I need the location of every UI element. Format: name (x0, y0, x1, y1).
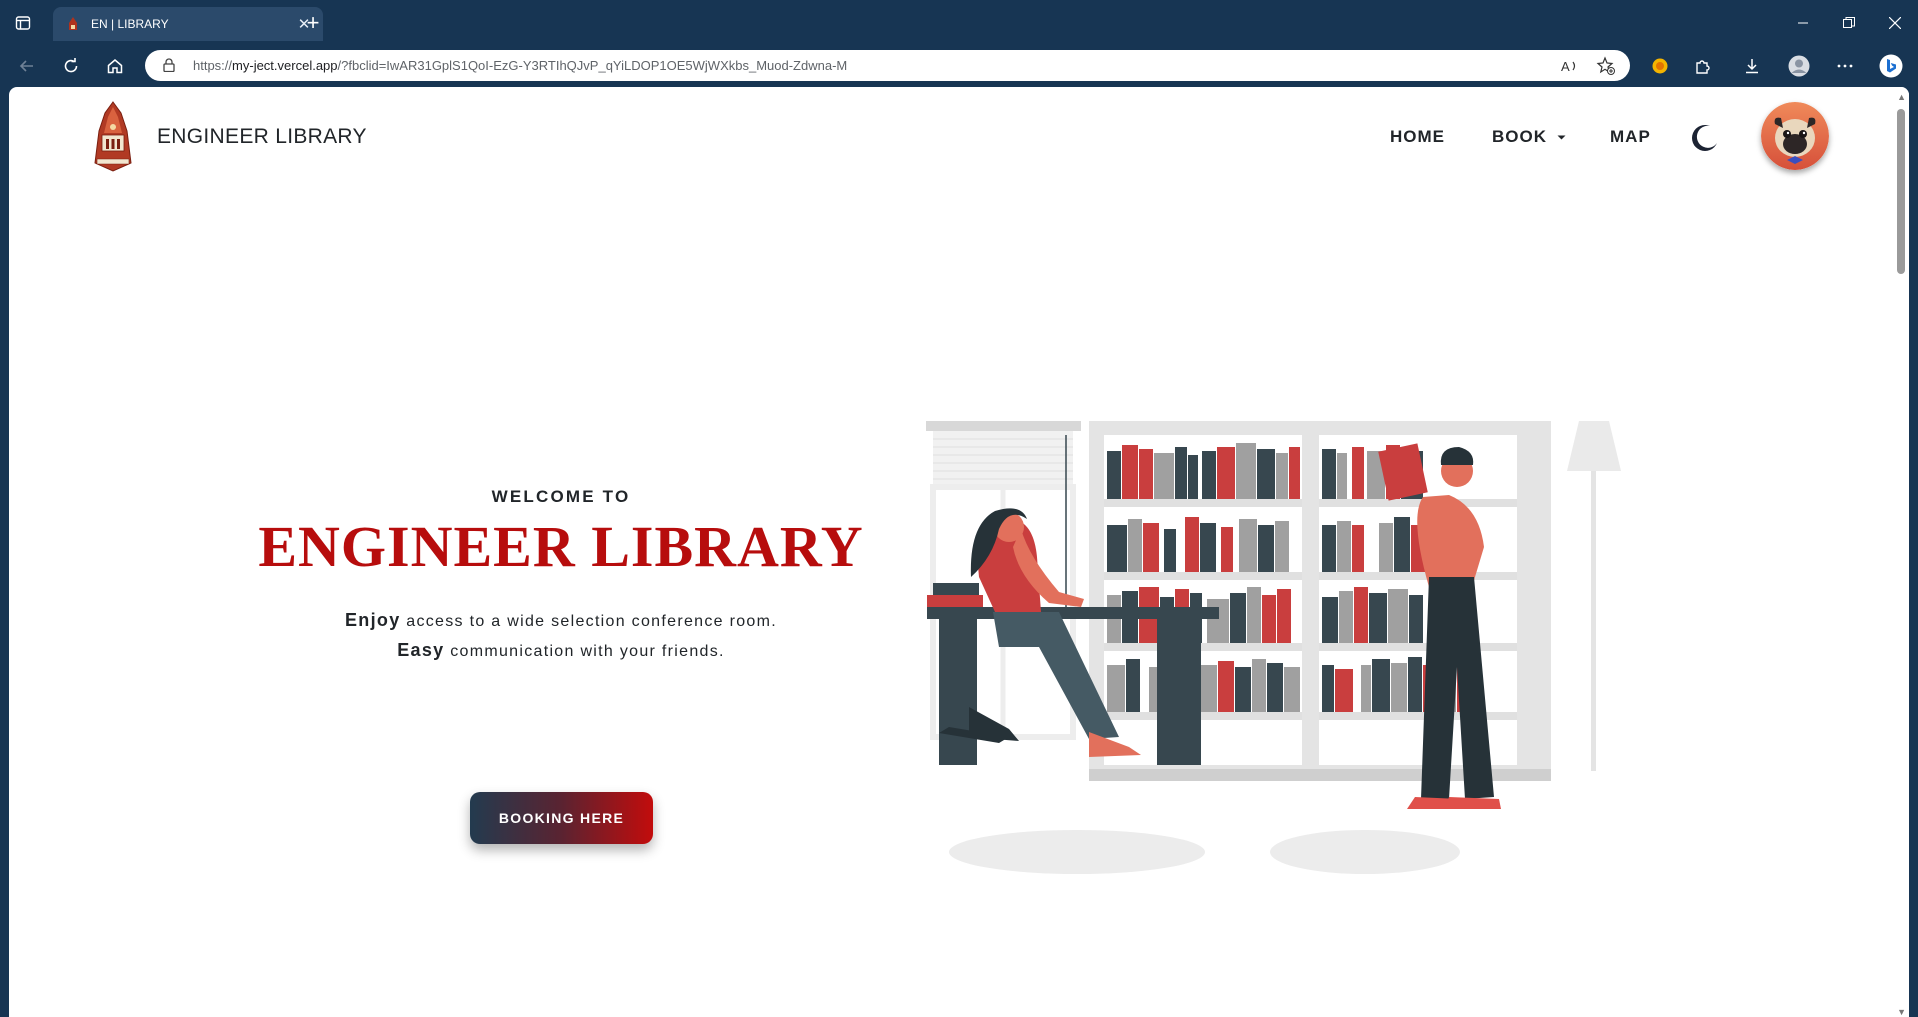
library-illustration (926, 421, 1621, 874)
home-icon (107, 59, 123, 74)
desc-line2-rest: communication with your friends. (444, 643, 725, 660)
minimize-button[interactable] (1780, 0, 1826, 46)
bing-copilot-button[interactable] (1878, 53, 1904, 79)
browser-tab[interactable]: EN | LIBRARY ✕ (53, 7, 323, 41)
refresh-icon (64, 58, 78, 73)
browser-toolbar: https://my-ject.vercel.app/?fbclid=IwAR3… (0, 46, 1918, 86)
hero-text-block: WELCOME TO ENGINEER LIBRARY Enjoy access… (231, 487, 891, 666)
window-controls (1780, 0, 1918, 46)
puzzle-icon (1696, 60, 1710, 74)
nav-home-link[interactable]: HOME (1390, 127, 1445, 147)
brand-name: ENGINEER LIBRARY (157, 125, 367, 148)
desc-line1-first: Enjoy (345, 610, 401, 630)
address-bar[interactable]: https://my-ject.vercel.app/?fbclid=IwAR3… (145, 50, 1630, 81)
home-button[interactable] (102, 53, 128, 79)
tab-favicon-icon (65, 16, 81, 32)
minimize-icon (1798, 22, 1808, 24)
desc-line2-first: Easy (397, 640, 445, 660)
tab-actions-icon (15, 16, 31, 30)
settings-more-button[interactable] (1832, 53, 1858, 79)
more-dots-icon (1837, 64, 1853, 68)
moon-icon (1692, 125, 1717, 151)
download-icon (1746, 59, 1758, 74)
caret-down-icon (1557, 135, 1566, 140)
back-button[interactable] (14, 53, 40, 79)
close-window-button[interactable] (1872, 0, 1918, 46)
lock-icon (163, 58, 175, 72)
new-tab-button[interactable]: + (300, 10, 326, 36)
tab-title: EN | LIBRARY (91, 17, 169, 31)
site-brand[interactable]: ENGINEER LIBRARY (91, 101, 367, 173)
restore-icon (1843, 17, 1855, 28)
nav-book-label: BOOK (1492, 127, 1547, 146)
scroll-down-icon[interactable]: ▼ (1897, 1007, 1906, 1017)
hero-description: Enjoy access to a wide selection confere… (231, 606, 891, 666)
dark-mode-toggle[interactable] (1690, 123, 1720, 158)
page-scrollbar[interactable]: ▲ ▼ (1893, 87, 1909, 1017)
extension-icon (1652, 58, 1668, 74)
university-logo-icon (94, 101, 132, 172)
browser-tab-strip: EN | LIBRARY ✕ + (0, 0, 1918, 46)
profile-button[interactable] (1786, 53, 1812, 79)
read-aloud-icon[interactable]: A (1560, 56, 1580, 76)
tab-actions-button[interactable] (10, 10, 36, 36)
nav-book-dropdown[interactable]: BOOK (1492, 127, 1566, 147)
web-page: ENGINEER LIBRARY HOME BOOK MAP WELCOME T… (9, 87, 1909, 1017)
add-favorite-icon[interactable] (1596, 56, 1616, 76)
hero-title: ENGINEER LIBRARY (258, 514, 864, 579)
refresh-button[interactable] (58, 53, 84, 79)
booking-button[interactable]: BOOKING HERE (470, 792, 653, 844)
close-icon (1889, 17, 1901, 29)
extensions-button[interactable] (1690, 53, 1716, 79)
profile-avatar-icon (1788, 55, 1810, 77)
bing-icon (1879, 54, 1903, 78)
pug-avatar-icon (1761, 102, 1829, 170)
welcome-heading: WELCOME TO (491, 487, 631, 506)
scroll-thumb[interactable] (1897, 109, 1905, 274)
user-avatar[interactable] (1761, 102, 1829, 170)
extension-button[interactable] (1647, 53, 1673, 79)
scroll-up-icon[interactable]: ▲ (1897, 92, 1906, 102)
url-text: https://my-ject.vercel.app/?fbclid=IwAR3… (193, 58, 848, 73)
back-arrow-icon (19, 60, 33, 72)
downloads-button[interactable] (1739, 53, 1765, 79)
restore-button[interactable] (1826, 0, 1872, 46)
svg-text:A: A (1561, 59, 1570, 74)
nav-map-link[interactable]: MAP (1610, 127, 1651, 147)
desc-line1-rest: access to a wide selection conference ro… (400, 613, 777, 630)
